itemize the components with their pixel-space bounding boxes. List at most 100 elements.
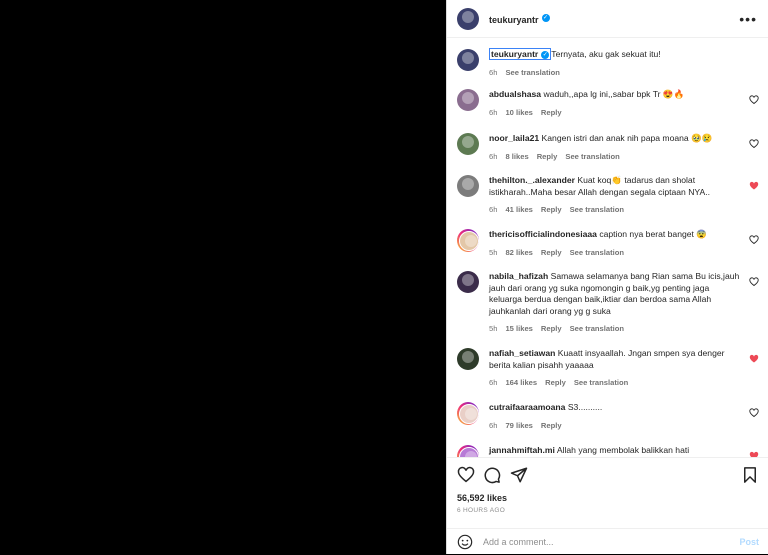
comment-body: thericisofficialindonesiaaa caption nya … [489, 229, 759, 258]
see-translation-link[interactable]: See translation [565, 151, 619, 163]
story-ring[interactable] [457, 229, 479, 252]
post-header: teukuryantr ✓ ••• [447, 0, 768, 38]
comment-icon[interactable] [483, 466, 501, 484]
verified-icon: ✓ [541, 50, 550, 59]
comment-item: nafiah_setiawan Kuaatt insyaallah. Jngan… [457, 348, 759, 389]
comment-avatar[interactable] [457, 89, 479, 111]
see-translation-link[interactable]: See translation [570, 323, 624, 335]
comment-item: noor_laila21 Kangen istri dan anak nih p… [457, 133, 759, 162]
comment-body: thehilton._.alexander Kuat koq👏 tadarus … [489, 175, 759, 216]
comment-text: Allah yang membolak balikkan hati [556, 445, 690, 455]
comment-body: cutraifaaraamoana S3.......... 6h 79 likes… [489, 402, 759, 431]
comment-item: jannahmiftah.mi Allah yang membolak bali… [457, 445, 759, 457]
see-translation-link[interactable]: See translation [570, 204, 624, 216]
caption-username[interactable]: teukuryantr [491, 49, 538, 59]
story-ring[interactable] [457, 445, 479, 457]
caption: teukuryantr ✓ Ternyata, aku gak sekuat itu… [457, 48, 759, 79]
comment-like-count[interactable]: 10 likes [505, 107, 532, 119]
reply-button[interactable]: Reply [541, 323, 562, 335]
comment-time: 5h [489, 247, 498, 257]
caption-time: 6h [489, 67, 498, 77]
reply-button[interactable]: Reply [541, 420, 562, 432]
action-bar [455, 466, 759, 486]
comment-avatar[interactable] [457, 348, 479, 370]
comment-text: Kangen istri dan anak nih papa moana 🥹😢 [541, 133, 713, 143]
share-icon[interactable] [510, 466, 528, 484]
comment-text: caption nya berat banget 😨 [599, 229, 708, 239]
heart-icon[interactable] [457, 466, 475, 484]
comment-text: waduh,,apa lg ini,,sabar bpk Tr 😍🔥 [543, 89, 685, 99]
comment-avatar[interactable] [457, 175, 479, 197]
comment-time: 6h [489, 378, 498, 387]
post-media[interactable] [0, 0, 446, 554]
comment-item: cutraifaaraamoana S3.......... 6h 79 likes… [457, 402, 759, 431]
reply-button[interactable]: Reply [537, 151, 558, 163]
like-count[interactable]: 56,592 likes [457, 493, 507, 503]
comment-username[interactable]: nabila_hafizah [489, 271, 548, 281]
comment-username[interactable]: abdualshasa [489, 89, 541, 99]
reply-button[interactable]: Reply [541, 107, 562, 119]
comment-body: abdualshasa waduh,,apa lg ini,,sabar bpk… [489, 89, 759, 118]
comment-avatar[interactable] [458, 230, 479, 251]
comment-time: 6h [489, 420, 498, 430]
comment-like-heart-icon[interactable] [749, 408, 759, 418]
comment-time: 5h [489, 324, 498, 333]
comment-username[interactable]: thericisofficialindonesiaaa [489, 229, 597, 239]
comment-like-count[interactable]: 164 likes [505, 377, 537, 389]
comment-body: noor_laila21 Kangen istri dan anak nih p… [489, 133, 759, 162]
comment-item: thehilton._.alexander Kuat koq👏 tadarus … [457, 175, 759, 216]
comment-like-heart-icon[interactable] [749, 139, 759, 149]
caption-avatar[interactable] [457, 49, 479, 71]
comment-avatar[interactable] [457, 133, 479, 155]
see-translation-link[interactable]: See translation [505, 67, 559, 79]
reply-button[interactable]: Reply [541, 247, 562, 259]
comment-time: 6h [489, 205, 498, 214]
reply-button[interactable]: Reply [541, 204, 562, 216]
comment-avatar[interactable] [458, 403, 479, 424]
author-name-wrap: teukuryantr ✓ [489, 10, 550, 28]
see-translation-link[interactable]: See translation [574, 377, 628, 389]
comment-like-heart-icon[interactable] [749, 354, 759, 364]
comment-username[interactable]: nafiah_setiawan [489, 348, 555, 358]
comment-like-count[interactable]: 41 likes [505, 204, 532, 216]
comment-username[interactable]: jannahmiftah.mi [489, 445, 555, 455]
comment-body: nabila_hafizah Samawa selamanya bang Ria… [489, 271, 759, 335]
comment-like-heart-icon[interactable] [749, 95, 759, 105]
reply-button[interactable]: Reply [545, 377, 566, 389]
post-comment-button[interactable]: Post [739, 537, 759, 547]
caption-username-box[interactable]: teukuryantr ✓ [489, 48, 552, 60]
comment-item: abdualshasa waduh,,apa lg ini,,sabar bpk… [457, 89, 759, 118]
verified-icon: ✓ [541, 14, 550, 23]
comment-item: thericisofficialindonesiaaa caption nya … [457, 229, 759, 258]
comment-input[interactable] [483, 537, 740, 547]
comment-like-count[interactable]: 15 likes [505, 323, 532, 335]
comment-avatar[interactable] [457, 271, 479, 293]
caption-text: Ternyata, aku gak sekuat itu! [551, 49, 661, 59]
comment-like-count[interactable]: 8 likes [505, 151, 528, 163]
story-ring[interactable] [457, 402, 479, 425]
comment-like-count[interactable]: 82 likes [505, 247, 532, 259]
comment-time: 6h [489, 107, 498, 117]
comment-username[interactable]: thehilton._.alexander [489, 175, 575, 185]
comment-item: nabila_hafizah Samawa selamanya bang Ria… [457, 271, 759, 335]
post-footer: 56,592 likes 6 HOURS AGO Post [447, 457, 768, 554]
comment-body: nafiah_setiawan Kuaatt insyaallah. Jngan… [489, 348, 759, 389]
more-icon[interactable]: ••• [739, 12, 757, 26]
comment-username[interactable]: cutraifaaraamoana [489, 402, 565, 412]
post-side-panel: teukuryantr ✓ ••• teukuryantr ✓ Ternyata, a… [446, 0, 768, 554]
comment-avatar[interactable] [458, 446, 479, 457]
author-avatar[interactable] [457, 7, 479, 30]
comment-username[interactable]: noor_laila21 [489, 133, 539, 143]
comment-like-heart-icon[interactable] [749, 181, 759, 191]
comment-like-heart-icon[interactable] [749, 235, 759, 245]
comment-like-count[interactable]: 79 likes [505, 420, 532, 432]
emoji-icon[interactable] [457, 534, 473, 550]
bookmark-icon[interactable] [741, 466, 759, 484]
comment-body: jannahmiftah.mi Allah yang membolak bali… [489, 445, 759, 457]
comment-time: 6h [489, 151, 498, 161]
comment-like-heart-icon[interactable] [749, 277, 759, 287]
see-translation-link[interactable]: See translation [570, 247, 624, 259]
comments-list[interactable]: teukuryantr ✓ Ternyata, aku gak sekuat itu… [447, 39, 768, 457]
add-comment-bar: Post [447, 528, 768, 555]
author-username[interactable]: teukuryantr [489, 15, 539, 25]
